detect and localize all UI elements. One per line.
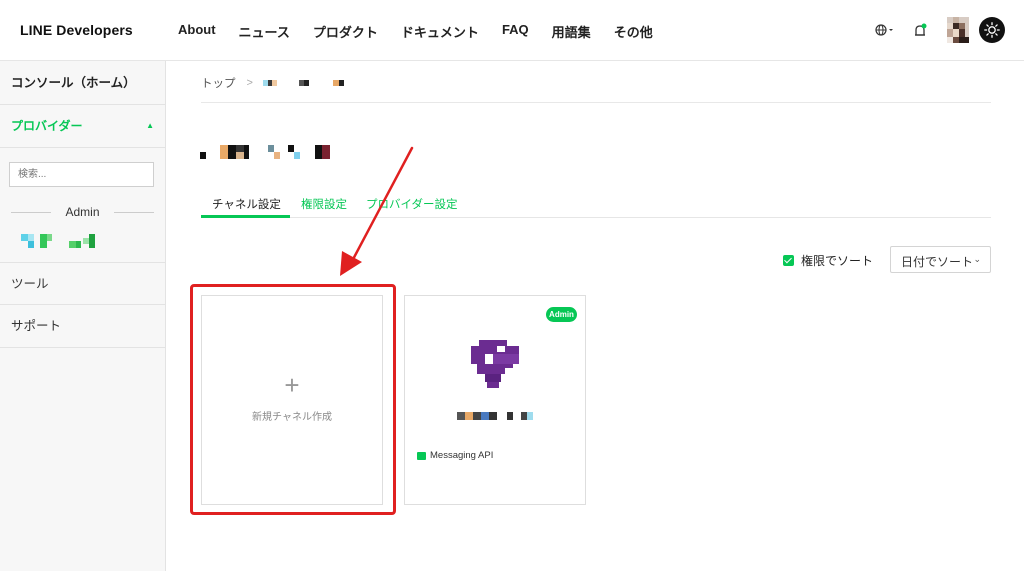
sidebar: コンソール（ホーム） プロバイダー ▲ Admin ツール サポート — [0, 61, 166, 571]
chevron-down-icon: ⌄ — [973, 254, 981, 264]
sidebar-item-console[interactable]: コンソール（ホーム） — [0, 61, 165, 105]
nav-glossary[interactable]: 用語集 — [552, 22, 591, 41]
sort-select-value: 日付でソート — [901, 255, 974, 269]
breadcrumb-separator: > — [246, 77, 253, 89]
channel-type: Messaging API — [417, 450, 493, 461]
caret-up-icon: ▲ — [146, 121, 154, 130]
divider — [201, 102, 991, 103]
annotation-highlight-box — [190, 284, 396, 515]
page-title — [200, 145, 332, 159]
breadcrumb: トップ > — [201, 75, 353, 91]
sun-icon — [984, 22, 1000, 38]
nav-about[interactable]: About — [178, 22, 216, 41]
tab-bar: チャネル設定 権限設定 プロバイダー設定 — [201, 188, 991, 218]
checkbox-checked-icon[interactable] — [783, 255, 794, 266]
sort-order-select[interactable]: 日付でソート ⌄ — [890, 246, 991, 273]
sort-checkbox-label: 権限でソート — [801, 254, 874, 268]
nav-news[interactable]: ニュース — [239, 22, 290, 41]
globe-icon[interactable] — [875, 23, 893, 37]
active-tab-indicator — [201, 215, 290, 218]
channel-type-label: Messaging API — [430, 450, 494, 461]
annotation-arrow — [340, 146, 414, 276]
channel-card[interactable]: Admin Messaging API — [404, 295, 586, 505]
bell-icon[interactable] — [913, 23, 927, 39]
channel-name — [457, 407, 535, 420]
avatar[interactable] — [947, 17, 969, 43]
nav-faq[interactable]: FAQ — [502, 22, 529, 41]
admin-section-divider: Admin — [11, 204, 154, 220]
tab-channel-settings[interactable]: チャネル設定 — [212, 196, 281, 212]
sidebar-item-provider[interactable]: プロバイダー ▲ — [0, 105, 165, 148]
main-nav: About ニュース プロダクト ドキュメント FAQ 用語集 その他 — [178, 22, 676, 41]
site-logo[interactable]: LINE Developers — [20, 22, 133, 38]
breadcrumb-home[interactable]: トップ — [201, 75, 236, 91]
admin-badge: Admin — [546, 307, 577, 322]
sidebar-item-label: プロバイダー — [11, 119, 83, 133]
top-header: LINE Developers About ニュース プロダクト ドキュメント … — [0, 0, 1024, 61]
sort-by-permission-checkbox[interactable]: 権限でソート — [783, 252, 873, 269]
chat-icon — [417, 451, 426, 460]
sidebar-provider-link[interactable] — [21, 234, 101, 248]
nav-documents[interactable]: ドキュメント — [401, 22, 479, 41]
provider-search-input[interactable] — [9, 162, 154, 187]
sidebar-item-tools[interactable]: ツール — [0, 262, 165, 305]
sidebar-item-support[interactable]: サポート — [0, 305, 165, 348]
nav-products[interactable]: プロダクト — [313, 22, 378, 41]
theme-toggle-button[interactable] — [979, 17, 1005, 43]
breadcrumb-current — [262, 80, 344, 86]
channel-icon — [471, 340, 519, 388]
nav-more[interactable]: その他 — [614, 22, 653, 41]
